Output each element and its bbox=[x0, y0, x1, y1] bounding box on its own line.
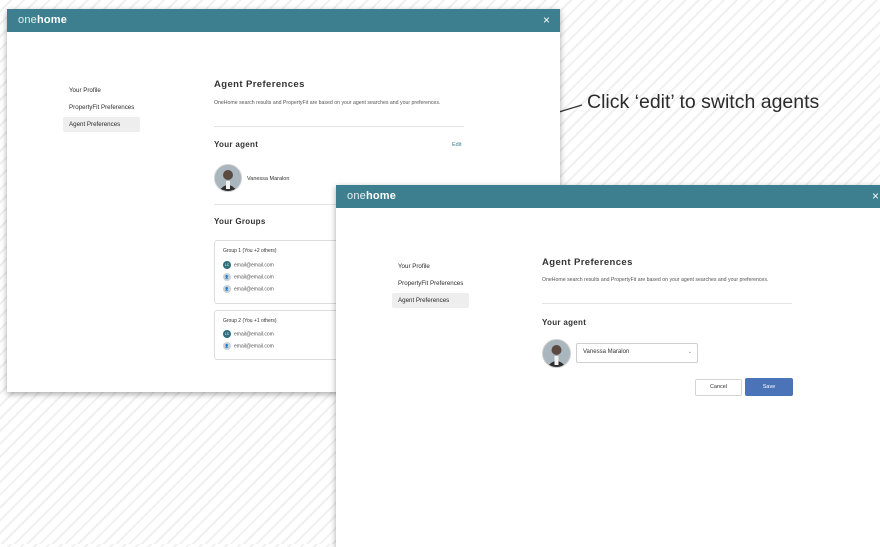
callout-text: Click ‘edit’ to switch agents bbox=[587, 91, 820, 113]
close-icon[interactable]: × bbox=[872, 189, 879, 203]
sidebar-item-agent-preferences[interactable]: Agent Preferences bbox=[392, 293, 470, 308]
sidebar-item-your-profile[interactable]: Your Profile bbox=[392, 259, 469, 274]
page-description: OneHome search results and PropertyFit a… bbox=[214, 100, 441, 106]
your-agent-heading: Your agent bbox=[214, 140, 259, 149]
member-email: email@email.com bbox=[234, 331, 274, 338]
agent-avatar-icon bbox=[215, 165, 241, 191]
group-member-row: 👤 email@email.com bbox=[223, 285, 274, 294]
sidebar-item-propertyfit-preferences[interactable]: PropertyFit Preferences bbox=[63, 100, 140, 115]
member-email: email@email.com bbox=[234, 343, 274, 350]
divider bbox=[542, 303, 792, 304]
sidebar-nav: Your Profile PropertyFit Preferences Age… bbox=[392, 259, 470, 310]
member-initials-badge: LC bbox=[223, 330, 231, 338]
divider bbox=[214, 126, 464, 127]
agent-select-value: Vanessa Maralon bbox=[583, 349, 630, 355]
close-icon[interactable]: × bbox=[543, 13, 550, 27]
group-card: Group 1 (You +2 others) LC email@email.co… bbox=[214, 240, 346, 304]
agent-avatar bbox=[542, 339, 571, 368]
edit-agent-link[interactable]: Edit bbox=[452, 142, 461, 148]
page-description: OneHome search results and PropertyFit a… bbox=[542, 277, 769, 283]
chevron-down-icon: ⌄ bbox=[687, 349, 692, 355]
your-agent-heading: Your agent bbox=[542, 318, 587, 327]
agent-name: Vanessa Maralon bbox=[247, 176, 290, 182]
cancel-button[interactable]: Cancel bbox=[695, 379, 742, 396]
your-groups-heading: Your Groups bbox=[214, 217, 266, 226]
user-icon: 👤 bbox=[223, 342, 231, 350]
group-card: Group 2 (You +1 others) LC email@email.co… bbox=[214, 310, 346, 360]
edit-agent-window-view: onehome × Your Profile PropertyFit Prefe… bbox=[336, 185, 880, 547]
sidebar-item-propertyfit-preferences[interactable]: PropertyFit Preferences bbox=[392, 276, 469, 291]
page-title: Agent Preferences bbox=[214, 79, 305, 90]
member-initials-badge: LC bbox=[223, 261, 231, 269]
page-title: Agent Preferences bbox=[542, 257, 633, 268]
group-member-row: 👤 email@email.com bbox=[223, 273, 274, 282]
group-member-row: LC email@email.com bbox=[223, 330, 274, 339]
agent-avatar bbox=[214, 164, 242, 192]
agent-avatar-icon bbox=[543, 340, 570, 367]
group-member-row: LC email@email.com bbox=[223, 261, 274, 270]
agent-select[interactable]: Vanessa Maralon ⌄ bbox=[576, 343, 698, 363]
onehome-logo: onehome bbox=[18, 14, 68, 26]
member-email: email@email.com bbox=[234, 274, 274, 281]
group-title: Group 1 (You +2 others) bbox=[223, 248, 277, 254]
sidebar-nav: Your Profile PropertyFit Preferences Age… bbox=[63, 83, 141, 134]
member-email: email@email.com bbox=[234, 286, 274, 293]
sidebar-item-agent-preferences[interactable]: Agent Preferences bbox=[63, 117, 141, 132]
sidebar-item-your-profile[interactable]: Your Profile bbox=[63, 83, 140, 98]
onehome-logo: onehome bbox=[347, 190, 397, 202]
member-email: email@email.com bbox=[234, 262, 274, 269]
save-button[interactable]: Save bbox=[745, 378, 793, 396]
group-member-row: 👤 email@email.com bbox=[223, 342, 274, 351]
user-icon: 👤 bbox=[223, 285, 231, 293]
group-title: Group 2 (You +1 others) bbox=[223, 318, 277, 324]
app-header: onehome × bbox=[7, 9, 560, 32]
app-header: onehome × bbox=[336, 185, 880, 208]
user-icon: 👤 bbox=[223, 273, 231, 281]
